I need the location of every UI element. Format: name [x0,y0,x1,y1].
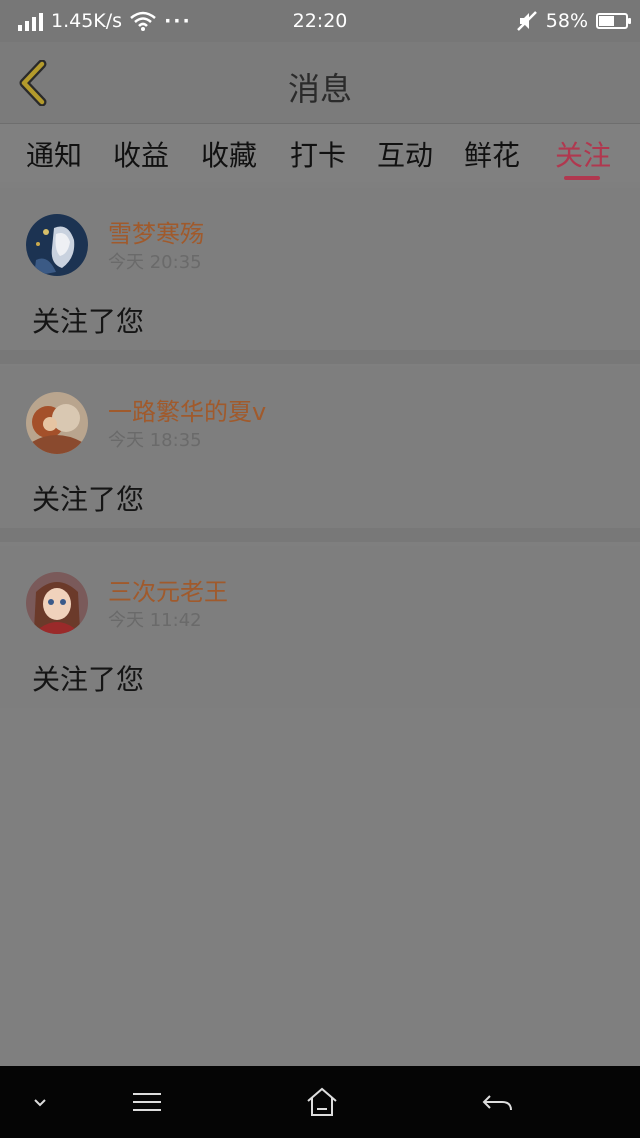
tab-follows[interactable]: 关注 [555,134,611,174]
tab-bar: 通知 收益 收藏 打卡 互动 鲜花 关注 [0,124,640,182]
status-right: 58% [516,0,631,42]
avatar[interactable] [26,392,88,454]
tab-notifications[interactable]: 通知 [26,134,82,174]
avatar[interactable] [26,214,88,276]
message-text: 关注了您 [32,483,145,516]
divider [0,350,640,364]
message-text: 关注了您 [32,663,145,696]
home-button[interactable] [302,1086,342,1118]
tab-flowers[interactable]: 鲜花 [464,134,520,174]
battery-text: 58% [545,10,588,32]
menu-button[interactable] [127,1086,167,1118]
page-title: 消息 [287,70,352,108]
list-item[interactable]: 雪梦寒殇 今天 20:35 关注了您 [0,188,640,350]
return-icon [482,1095,512,1111]
active-tab-indicator [564,176,600,180]
timestamp: 今天 20:35 [108,252,202,273]
timestamp: 今天 11:42 [108,610,202,631]
list-item[interactable]: 三次元老王 今天 11:42 关注了您 [0,546,640,708]
message-text: 关注了您 [32,305,145,338]
status-bar: 1.45K/s ··· 22:20 58% [0,0,640,42]
timestamp: 今天 18:35 [108,430,202,451]
divider [0,528,640,542]
chevron-down-icon [34,1099,46,1107]
avatar[interactable] [26,572,88,634]
tab-interaction[interactable]: 互动 [377,134,433,174]
menu-icon [133,1093,161,1111]
username[interactable]: 三次元老王 [108,572,228,607]
home-icon [307,1087,337,1116]
title-bar: 消息 [0,42,640,124]
username[interactable]: 一路繁华的夏v [108,392,266,427]
system-nav-bar [0,1066,640,1138]
tab-earnings[interactable]: 收益 [113,134,169,174]
battery-icon [596,13,631,29]
tab-checkin[interactable]: 打卡 [290,134,346,174]
hide-nav-button[interactable] [20,1086,60,1118]
username[interactable]: 雪梦寒殇 [108,214,204,249]
back-nav-button[interactable] [478,1086,518,1118]
list-item[interactable]: 一路繁华的夏v 今天 18:35 关注了您 [0,366,640,528]
battery-fill [599,16,615,26]
mute-icon [516,11,537,31]
tab-favorites[interactable]: 收藏 [201,134,257,174]
